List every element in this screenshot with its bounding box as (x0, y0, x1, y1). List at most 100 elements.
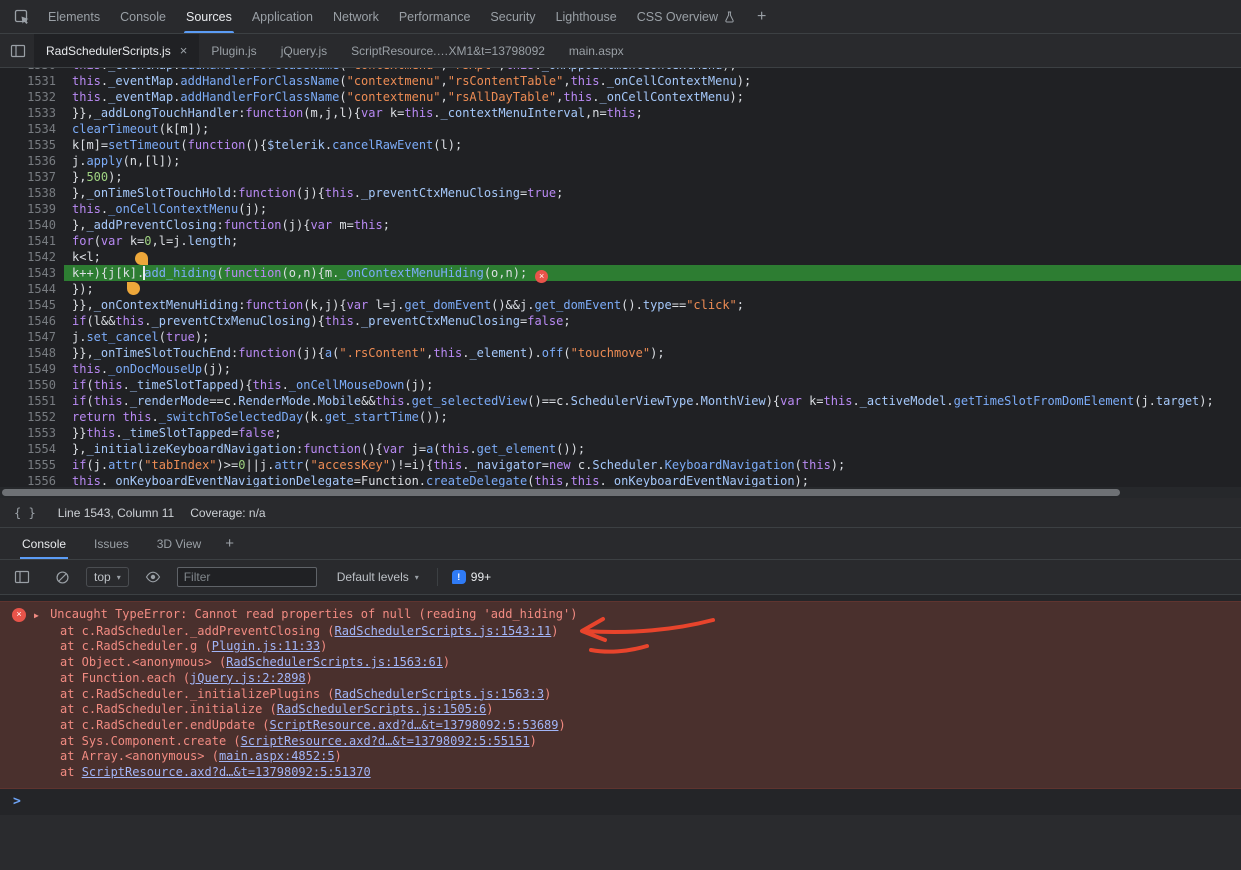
stack-frame-link[interactable]: RadSchedulerScripts.js:1543:11 (335, 624, 552, 638)
line-number[interactable]: 1553 (0, 425, 64, 441)
code-text[interactable]: }}this._timeSlotTapped=false; (64, 425, 1241, 441)
line-number[interactable]: 1546 (0, 313, 64, 329)
code-text[interactable]: }},_addLongTouchHandler:function(m,j,l){… (64, 105, 1241, 121)
file-tab-radschedulerscripts-js[interactable]: RadSchedulerScripts.js× (34, 34, 199, 67)
line-number[interactable]: 1533 (0, 105, 64, 121)
line-number[interactable]: 1535 (0, 137, 64, 153)
drawer-tab-3d-view[interactable]: 3D View (155, 528, 203, 559)
line-number[interactable]: 1536 (0, 153, 64, 169)
code-text[interactable]: j.apply(n,[l]); (64, 153, 1241, 169)
line-number[interactable]: 1531 (0, 73, 64, 89)
file-tab-scriptresource-xm1-t-13798092[interactable]: ScriptResource.…XM1&t=13798092 (339, 34, 557, 67)
code-text[interactable]: }},_onContextMenuHiding:function(k,j){va… (64, 297, 1241, 313)
line-number[interactable]: 1541 (0, 233, 64, 249)
line-number[interactable]: 1551 (0, 393, 64, 409)
tab-performance[interactable]: Performance (389, 0, 481, 33)
selection-handle-bottom[interactable] (127, 282, 140, 295)
code-text[interactable]: },_addPreventClosing:function(j){var m=t… (64, 217, 1241, 233)
inspect-icon[interactable] (6, 1, 38, 33)
code-text[interactable]: this._onCellContextMenu(j); (64, 201, 1241, 217)
code-text[interactable]: j.set_cancel(true); (64, 329, 1241, 345)
line-number[interactable]: 1552 (0, 409, 64, 425)
line-number[interactable]: 1537 (0, 169, 64, 185)
code-text[interactable]: },500); (64, 169, 1241, 185)
line-number[interactable]: 1534 (0, 121, 64, 137)
context-selector[interactable]: top ▾ (86, 567, 129, 587)
console-filter-input[interactable] (177, 567, 317, 587)
clear-console-icon[interactable] (46, 561, 78, 593)
line-number[interactable]: 1547 (0, 329, 64, 345)
stack-frame-link[interactable]: RadSchedulerScripts.js:1505:6 (277, 702, 487, 716)
more-tools-button[interactable]: + (745, 8, 778, 26)
code-text[interactable]: },_initializeKeyboardNavigation:function… (64, 441, 1241, 457)
line-number[interactable]: 1555 (0, 457, 64, 473)
line-number[interactable]: 1532 (0, 89, 64, 105)
stack-frame-link[interactable]: RadSchedulerScripts.js:1563:61 (226, 655, 443, 669)
code-text[interactable]: },_onTimeSlotTouchHold:function(j){this.… (64, 185, 1241, 201)
file-tab-main-aspx[interactable]: main.aspx (557, 34, 636, 67)
pretty-print-button[interactable]: { } (8, 504, 42, 522)
tab-elements[interactable]: Elements (38, 0, 110, 33)
code-text[interactable]: if(this._renderMode==c.RenderMode.Mobile… (64, 393, 1241, 409)
tab-network[interactable]: Network (323, 0, 389, 33)
file-tab-jquery-js[interactable]: jQuery.js (269, 34, 339, 67)
tab-application[interactable]: Application (242, 0, 323, 33)
code-text[interactable]: if(this._timeSlotTapped){this._onCellMou… (64, 377, 1241, 393)
line-number[interactable]: 1540 (0, 217, 64, 233)
stack-frame-link[interactable]: Plugin.js:11:33 (212, 639, 320, 653)
log-levels-selector[interactable]: Default levels ▾ (333, 570, 423, 584)
line-number[interactable]: 1556 (0, 473, 64, 487)
line-number[interactable]: 1544 (0, 281, 64, 297)
tab-security[interactable]: Security (480, 0, 545, 33)
file-tab-plugin-js[interactable]: Plugin.js (199, 34, 268, 67)
console-sidebar-icon[interactable] (6, 561, 38, 593)
line-number[interactable]: 1545 (0, 297, 64, 313)
line-number[interactable]: 1548 (0, 345, 64, 361)
line-number[interactable]: 1542 (0, 249, 64, 265)
console-prompt[interactable]: > (0, 789, 1241, 815)
code-text[interactable]: k<l; (64, 249, 1241, 265)
code-text[interactable]: clearTimeout(k[m]); (64, 121, 1241, 137)
drawer-tab-issues[interactable]: Issues (92, 528, 131, 559)
tab-css-overview[interactable]: CSS Overview (627, 0, 745, 33)
code-text[interactable]: k++){j[k].add_hiding(function(o,n){m._on… (64, 265, 1241, 281)
selection-handle-top[interactable] (135, 252, 148, 265)
stack-frame-link[interactable]: ScriptResource.axd?d…&t=13798092:5:51370 (82, 765, 371, 779)
line-number[interactable]: 1539 (0, 201, 64, 217)
tab-lighthouse[interactable]: Lighthouse (546, 0, 627, 33)
code-text[interactable]: for(var k=0,l=j.length; (64, 233, 1241, 249)
stack-frame-link[interactable]: main.aspx:4852:5 (219, 749, 335, 763)
line-number[interactable]: 1554 (0, 441, 64, 457)
line-number[interactable]: 1550 (0, 377, 64, 393)
code-text[interactable]: if(l&&this._preventCtxMenuClosing){this.… (64, 313, 1241, 329)
navigator-panel-icon[interactable] (2, 35, 34, 67)
tab-console[interactable]: Console (110, 0, 176, 33)
stack-frame-link[interactable]: ScriptResource.axd?d…&t=13798092:5:53689 (270, 718, 559, 732)
scrollbar-thumb[interactable] (2, 489, 1120, 496)
close-icon[interactable]: × (180, 44, 188, 57)
code-text[interactable]: if(j.attr("tabIndex")>=0||j.attr("access… (64, 457, 1241, 473)
issues-counter[interactable]: ! 99+ (452, 570, 491, 584)
stack-frame: at Function.each (jQuery.js:2:2898) (0, 671, 1241, 687)
code-text[interactable]: this._eventMap.addHandlerForClassName("c… (64, 73, 1241, 89)
tab-sources[interactable]: Sources (176, 0, 242, 33)
code-text[interactable]: }},_onTimeSlotTouchEnd:function(j){a(".r… (64, 345, 1241, 361)
code-text[interactable]: return this._switchToSelectedDay(k.get_s… (64, 409, 1241, 425)
code-text[interactable]: }); (64, 281, 1241, 297)
code-text[interactable]: k[m]=setTimeout(function(){$telerik.canc… (64, 137, 1241, 153)
stack-frame-link[interactable]: ScriptResource.axd?d…&t=13798092:5:55151 (241, 734, 530, 748)
line-number[interactable]: 1538 (0, 185, 64, 201)
live-expression-eye-icon[interactable] (137, 561, 169, 593)
code-text[interactable]: this._onDocMouseUp(j); (64, 361, 1241, 377)
expand-triangle-icon[interactable]: ▶ (34, 611, 39, 620)
line-number[interactable]: 1543 (0, 265, 64, 281)
drawer-tab-console[interactable]: Console (20, 528, 68, 559)
line-number[interactable]: 1549 (0, 361, 64, 377)
add-drawer-tab-button[interactable]: + (215, 535, 244, 552)
code-text[interactable]: this._onKeyboardEventNavigationDelegate=… (64, 473, 1241, 487)
code-text[interactable]: this._eventMap.addHandlerForClassName("c… (64, 89, 1241, 105)
stack-frame-link[interactable]: RadSchedulerScripts.js:1563:3 (335, 687, 545, 701)
stack-frame-link[interactable]: jQuery.js:2:2898 (190, 671, 306, 685)
horizontal-scrollbar[interactable] (0, 487, 1241, 498)
tab-label: Performance (399, 10, 471, 24)
